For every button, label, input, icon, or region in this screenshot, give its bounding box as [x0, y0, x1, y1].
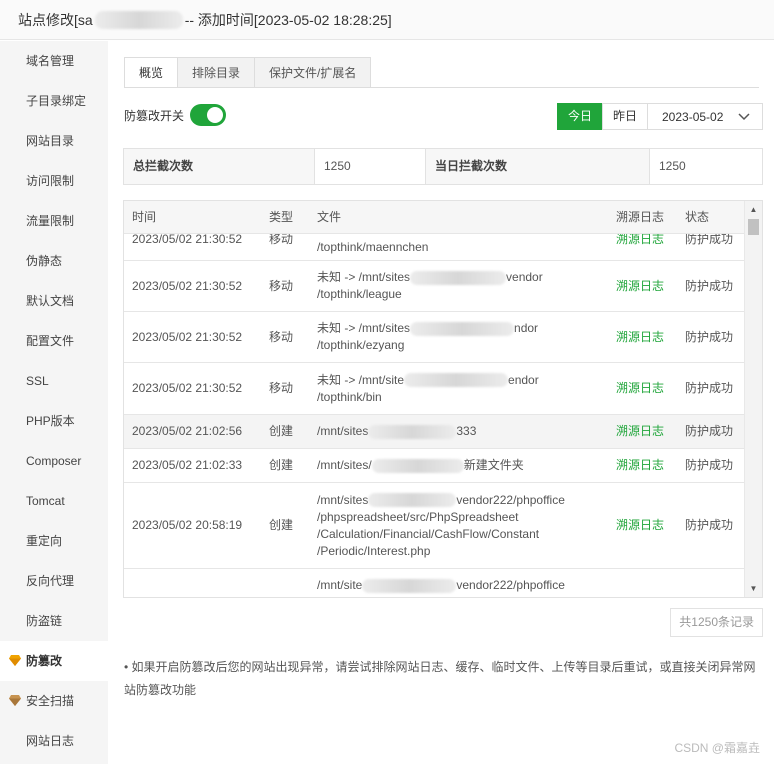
table-row: 2023/05/02 21:30:52 移动 未知 -> /mnt/site en…: [124, 363, 744, 415]
sidebar-item-default-doc[interactable]: 默认文档: [0, 281, 108, 321]
trace-log-link[interactable]: 溯源日志: [616, 312, 664, 362]
sidebar-item-php[interactable]: PHP版本: [0, 401, 108, 441]
toggle-knob: [207, 107, 224, 123]
col-file: 文件: [317, 210, 342, 224]
table-scrollbar[interactable]: ▲ ▼: [744, 201, 762, 597]
table-row: 2023/05/02 21:02:33 创建 /mnt/sites/新建文件夹 …: [124, 449, 744, 483]
help-note: • 如果开启防篡改后您的网站出现异常，请尝试排除网站日志、缓存、临时文件、上传等…: [124, 660, 756, 697]
sidebar-item-ssl[interactable]: SSL: [0, 361, 108, 401]
table-row: 2023/05/02 21:30:52 移动 /topthink/maennch…: [124, 232, 744, 261]
tab-bar: 概览 排除目录 保护文件/扩展名: [124, 57, 372, 88]
sidebar-item-traffic-limit[interactable]: 流量限制: [0, 201, 108, 241]
yesterday-button[interactable]: 昨日: [601, 103, 648, 130]
window-titlebar: 站点修改[sa -- 添加时间[2023-05-02 18:28:25]: [0, 0, 774, 40]
trace-log-link[interactable]: 溯源日志: [616, 415, 664, 448]
trace-log-link[interactable]: 溯源日志: [616, 483, 664, 568]
gem-icon: [9, 655, 21, 666]
col-type: 类型: [269, 210, 294, 224]
redacted-path: [368, 493, 457, 508]
sidebar-item-redirect[interactable]: 重定向: [0, 521, 108, 561]
table-row: 2023/05/02 20:58:19 创建 /mnt/sites vendor2…: [124, 483, 744, 569]
sidebar-item-tomcat[interactable]: Tomcat: [0, 481, 108, 521]
sidebar-item-subdir[interactable]: 子目录绑定: [0, 81, 108, 121]
table-row: 2023/05/02 21:30:52 移动 未知 -> /mnt/sites v…: [124, 261, 744, 312]
stats-bar: 总拦截次数 1250 当日拦截次数 1250: [123, 148, 763, 185]
col-status: 状态: [685, 210, 710, 224]
total-value: 1250: [315, 149, 426, 184]
sidebar-item-site-log[interactable]: 网站日志: [0, 721, 108, 761]
sidebar-item-hotlink[interactable]: 防盗链: [0, 601, 108, 641]
gem-icon: [9, 695, 21, 706]
col-time: 时间: [132, 210, 157, 224]
today-value: 1250: [650, 149, 762, 184]
chevron-down-icon: [738, 112, 750, 120]
sidebar-item-reverse-proxy[interactable]: 反向代理: [0, 561, 108, 601]
table-row: /mnt/site vendor222/phpoffice: [124, 569, 744, 597]
tamper-toggle-label: 防篡改开关: [124, 108, 185, 123]
sidebar-item-rewrite[interactable]: 伪静态: [0, 241, 108, 281]
log-table: 2023/05/02 21:30:52 移动 /topthink/maennch…: [123, 200, 763, 598]
sidebar-item-tamper-proof[interactable]: 防篡改: [0, 641, 108, 681]
sidebar-item-access-limit[interactable]: 访问限制: [0, 161, 108, 201]
trace-log-link[interactable]: 溯源日志: [616, 261, 664, 311]
redacted-site-name: [94, 10, 183, 29]
tab-protected-files[interactable]: 保护文件/扩展名: [254, 57, 372, 88]
watermark: CSDN @霜嘉垚: [674, 741, 760, 755]
sidebar-item-security-scan[interactable]: 安全扫描: [0, 681, 108, 721]
trace-log-link[interactable]: 溯源日志: [616, 363, 664, 414]
sidebar-item-composer[interactable]: Composer: [0, 441, 108, 481]
tab-exclude-dirs[interactable]: 排除目录: [177, 57, 256, 88]
title-prefix: 站点修改[sa: [18, 11, 93, 28]
table-row: 2023/05/02 21:02:56 创建 /mnt/sites 333 溯源日…: [124, 415, 744, 449]
log-table-header: 时间 类型 文件 溯源日志 状态: [124, 201, 744, 234]
date-select[interactable]: 2023-05-02: [647, 103, 763, 130]
total-label: 总拦截次数: [124, 149, 315, 184]
record-count: 共1250条记录: [670, 608, 763, 637]
redacted-path: [368, 424, 457, 439]
date-select-value: 2023-05-02: [662, 109, 724, 124]
date-filter: 今日 昨日 2023-05-02: [556, 103, 763, 130]
sidebar-item-domain[interactable]: 域名管理: [0, 41, 108, 81]
trace-log-link[interactable]: 溯源日志: [616, 449, 664, 482]
today-label: 当日拦截次数: [426, 149, 650, 184]
tamper-toggle-switch[interactable]: [190, 104, 227, 126]
title-suffix: -- 添加时间[2023-05-02 18:28:25]: [184, 11, 392, 28]
sidebar-item-config[interactable]: 配置文件: [0, 321, 108, 361]
scroll-down-icon[interactable]: ▼: [745, 580, 762, 597]
today-button[interactable]: 今日: [556, 103, 603, 130]
scroll-up-icon[interactable]: ▲: [745, 201, 762, 218]
redacted-path: [410, 270, 507, 285]
main-panel: 概览 排除目录 保护文件/扩展名 防篡改开关 今日 昨日 2023-05-02 …: [108, 41, 774, 764]
table-row: 2023/05/02 21:30:52 移动 未知 -> /mnt/sites n…: [124, 312, 744, 363]
redacted-path: [371, 458, 464, 473]
sidebar: 域名管理 子目录绑定 网站目录 访问限制 流量限制 伪静态 默认文档 配置文件 …: [0, 41, 108, 764]
redacted-path: [404, 373, 509, 388]
tab-overview[interactable]: 概览: [124, 57, 179, 88]
col-trace-log: 溯源日志: [616, 210, 665, 224]
redacted-path: [410, 321, 515, 336]
redacted-path: [362, 578, 457, 593]
tab-divider: [124, 87, 759, 88]
tamper-toggle-row: 防篡改开关: [124, 104, 227, 126]
scrollbar-thumb[interactable]: [748, 219, 759, 235]
sidebar-item-site-dir[interactable]: 网站目录: [0, 121, 108, 161]
